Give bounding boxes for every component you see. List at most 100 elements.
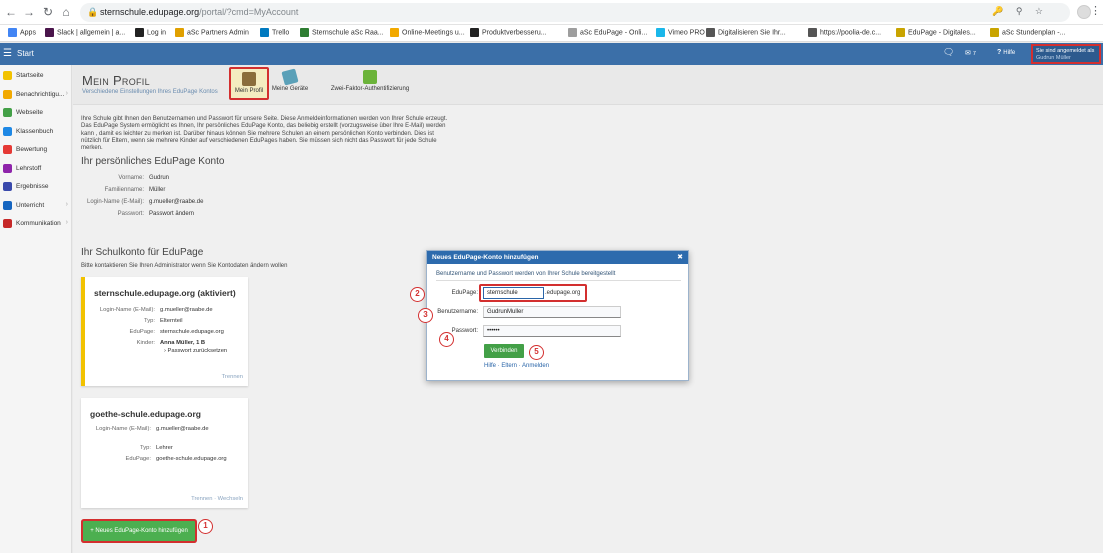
disconnect-link[interactable]: Trennen <box>222 374 243 380</box>
chevron-right-icon: › <box>65 200 68 208</box>
bookmark-item[interactable]: Produktverbesseru... <box>470 28 547 37</box>
app-header: ☰ Start 🗨 ✉ 7 ? Hilfe Sie sind angemelde… <box>0 43 1103 65</box>
page-subtitle: Verschiedene Einstellungen Ihres EduPage… <box>82 89 218 95</box>
close-icon[interactable]: ✖ <box>677 253 683 261</box>
sidebar-item-icon <box>3 145 12 154</box>
bookmark-item[interactable]: EduPage - Digitales... <box>896 28 976 37</box>
bookmarks-bar: Apps Slack | allgemein | a... Log in aSc Pa… <box>0 25 1103 42</box>
bookmark-favicon-icon <box>896 28 905 37</box>
change-password-link[interactable]: Passwort ändern <box>149 211 194 217</box>
bookmark-item[interactable]: aSc Stundenplan -... <box>990 28 1065 37</box>
start-link[interactable]: Start <box>17 49 34 58</box>
sidebar-item-webseite[interactable]: Webseite <box>0 105 72 121</box>
logged-in-user-box[interactable]: Sie sind angemeldet als Gudrun Müller <box>1031 44 1101 64</box>
edupage-suffix: .edupage.org <box>545 290 581 296</box>
profile-avatar[interactable] <box>1077 5 1091 19</box>
bookmark-favicon-icon <box>175 28 184 37</box>
bookmark-item[interactable]: aSc Partners Admin <box>175 28 249 37</box>
bookmark-favicon-icon <box>8 28 17 37</box>
bookmark-item[interactable]: Log in <box>135 28 166 37</box>
page-title: Mein Profil <box>82 73 150 88</box>
sidebar-item-label: Startseite <box>16 72 44 79</box>
forward-icon[interactable]: → <box>22 5 36 19</box>
bookmark-item[interactable]: Slack | allgemein | a... <box>45 28 125 37</box>
connect-button[interactable]: Verbinden <box>484 344 524 358</box>
bookmark-item[interactable]: Apps <box>8 28 36 37</box>
logged-in-label: Sie sind angemeldet als <box>1036 48 1095 54</box>
menu-dots-icon[interactable]: ⋮ <box>1090 4 1101 17</box>
step-badge-1: 1 <box>198 519 213 534</box>
help-icon: ? <box>997 49 1002 56</box>
chat-icon[interactable]: 🗨 <box>943 47 954 58</box>
title-bar: Mein Profil Verschiedene Einstellungen I… <box>73 65 1103 105</box>
sidebar-item-icon <box>3 126 12 136</box>
sidebar-item-lehrstoff[interactable]: Lehrstoff <box>0 161 72 177</box>
reset-password-link[interactable]: › Passwort zurücksetzen <box>164 348 227 354</box>
chevron-right-icon: › <box>65 89 68 97</box>
bookmark-favicon-icon <box>706 28 715 37</box>
bookmark-favicon-icon <box>45 28 54 37</box>
edupage-input[interactable]: sternschule <box>483 287 544 299</box>
sidebar-item-startseite[interactable]: Startseite <box>0 68 72 84</box>
sidebar-item-icon <box>3 219 12 228</box>
school-card-goethe: goethe-schule.edupage.org Login-Name (E-… <box>81 398 248 508</box>
bookmark-item[interactable]: Online-Meetings u... <box>390 28 465 37</box>
divider <box>436 280 681 281</box>
hamburger-icon[interactable]: ☰ <box>3 48 12 59</box>
sidebar-item-label: Bewertung <box>16 146 48 153</box>
zoom-icon[interactable]: ⚲ <box>1016 6 1023 16</box>
sidebar-item-kommunikation[interactable]: Kommunikation › <box>0 216 72 232</box>
password-input[interactable]: •••••• <box>483 325 621 337</box>
bookmark-item[interactable]: Trello <box>260 28 289 37</box>
username-input[interactable]: GudrunMuller <box>483 306 621 318</box>
bookmark-item[interactable]: Sternschule aSc Raa... <box>300 28 384 37</box>
sidebar-item-klassenbuch[interactable]: Klassenbuch <box>0 124 72 140</box>
bookmark-favicon-icon <box>470 28 479 37</box>
back-icon[interactable]: ← <box>4 5 18 19</box>
url-text: sternschule.edupage.org/portal/?cmd=MyAc… <box>100 7 299 17</box>
sidebar: Startseite Benachrichtigu... › Webseite Klas… <box>0 65 72 553</box>
devices-icon <box>281 68 299 86</box>
sidebar-item-icon <box>3 182 12 191</box>
school-account-title: Ihr Schulkonto für EduPage <box>81 247 204 258</box>
bookmark-item[interactable]: https://poolia-de.c... <box>808 28 881 37</box>
chevron-right-icon: › <box>65 219 68 226</box>
sidebar-item-ergebnisse[interactable]: Ergebnisse <box>0 179 72 195</box>
sidebar-item-label: Unterricht <box>16 201 45 209</box>
home-icon[interactable]: ⌂ <box>59 5 73 19</box>
mail-count: 7 <box>972 51 976 57</box>
lock-icon <box>363 70 377 84</box>
tab-zwei-faktor[interactable]: Zwei-Faktor-Authentifizierung <box>320 67 420 100</box>
sidebar-item-label: Lehrstoff <box>16 164 42 172</box>
reload-icon[interactable]: ↻ <box>41 5 55 19</box>
browser-toolbar: ← → ↻ ⌂ 🔒 sternschule.edupage.org/portal… <box>0 0 1103 25</box>
bookmark-favicon-icon <box>656 28 665 37</box>
bookmark-favicon-icon <box>260 28 269 37</box>
sidebar-item-unterricht[interactable]: Unterricht › <box>0 198 72 214</box>
mail-button[interactable]: ✉ 7 <box>965 49 976 57</box>
key-icon[interactable]: 🔑 <box>992 6 1003 16</box>
dialog-help-links[interactable]: Hilfe · Eltern · Anmelden <box>484 363 549 369</box>
star-icon[interactable]: ☆ <box>1035 6 1043 16</box>
tab-meine-geraete[interactable]: Meine Geräte <box>270 67 310 100</box>
step-badge-5: 5 <box>529 345 544 360</box>
bookmark-item[interactable]: Digitalisieren Sie Ihr... <box>706 28 786 37</box>
help-button[interactable]: ? Hilfe <box>997 49 1015 56</box>
disconnect-switch-links[interactable]: Trennen · Wechseln <box>191 496 243 502</box>
address-bar[interactable]: 🔒 sternschule.edupage.org/portal/?cmd=My… <box>80 3 1070 22</box>
sidebar-item-icon <box>3 89 12 99</box>
sidebar-item-label: Benachrichtigu... <box>16 90 65 98</box>
bookmark-item[interactable]: aSc EduPage - Onli... <box>568 28 647 37</box>
sidebar-item-benachrichtigu[interactable]: Benachrichtigu... › <box>0 87 72 103</box>
tab-mein-profil[interactable]: Mein Profil <box>229 67 269 100</box>
sidebar-item-icon <box>3 163 12 173</box>
mail-icon: ✉ <box>965 50 971 57</box>
sidebar-item-bewertung[interactable]: Bewertung <box>0 142 72 158</box>
add-edupage-account-button[interactable]: + Neues EduPage-Konto hinzufügen <box>83 521 195 541</box>
bookmark-item[interactable]: Vimeo PRO <box>656 28 705 37</box>
sidebar-item-label: Ergebnisse <box>16 183 49 190</box>
bookmark-favicon-icon <box>990 28 999 37</box>
bookmark-favicon-icon <box>568 28 577 37</box>
bookmark-favicon-icon <box>390 28 399 37</box>
school-account-subtitle: Bitte kontaktieren Sie Ihren Administrat… <box>81 263 288 269</box>
